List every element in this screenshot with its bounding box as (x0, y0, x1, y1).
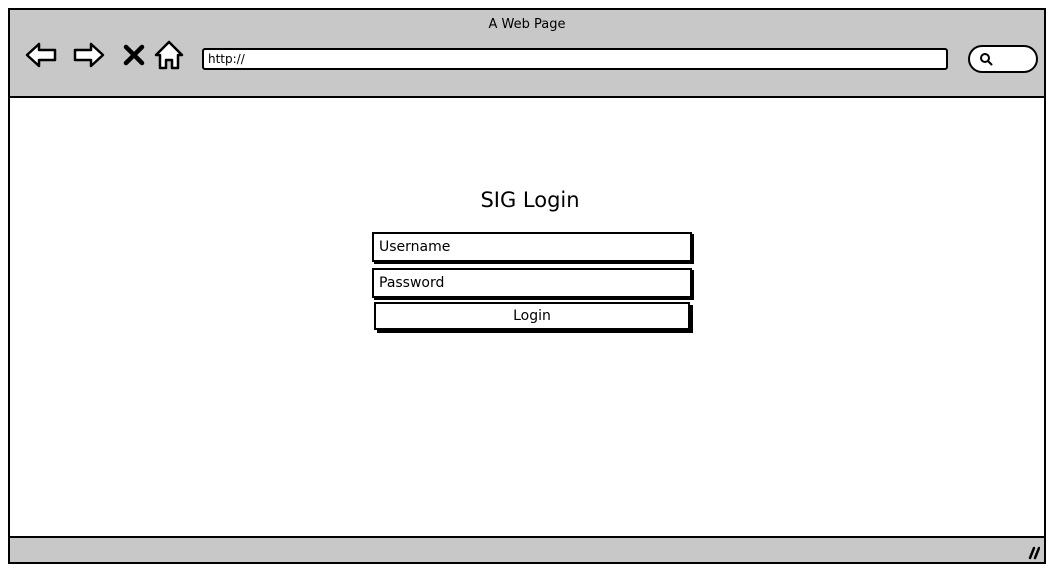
window-title: A Web Page (488, 17, 566, 32)
login-title: SIG Login (480, 188, 580, 212)
password-input[interactable] (372, 268, 692, 298)
forward-arrow-icon (73, 42, 105, 68)
search-icon (980, 53, 993, 66)
forward-button[interactable] (72, 38, 106, 72)
home-icon (154, 40, 184, 70)
stop-button[interactable] (120, 38, 148, 72)
browser-window: A Web Page http:// SIG Login Username Lo… (8, 8, 1046, 564)
resize-grip-icon[interactable] (1022, 542, 1040, 560)
back-button[interactable] (24, 38, 58, 72)
page-content: SIG Login Login (10, 98, 1044, 538)
search-button[interactable] (968, 45, 1038, 73)
login-button[interactable]: Login (374, 302, 690, 330)
close-icon (123, 44, 145, 66)
status-bar (10, 536, 1044, 562)
back-arrow-icon (25, 42, 57, 68)
browser-toolbar: A Web Page (10, 10, 1044, 98)
address-bar[interactable] (202, 48, 948, 70)
home-button[interactable] (152, 38, 186, 72)
username-input[interactable] (372, 232, 692, 262)
